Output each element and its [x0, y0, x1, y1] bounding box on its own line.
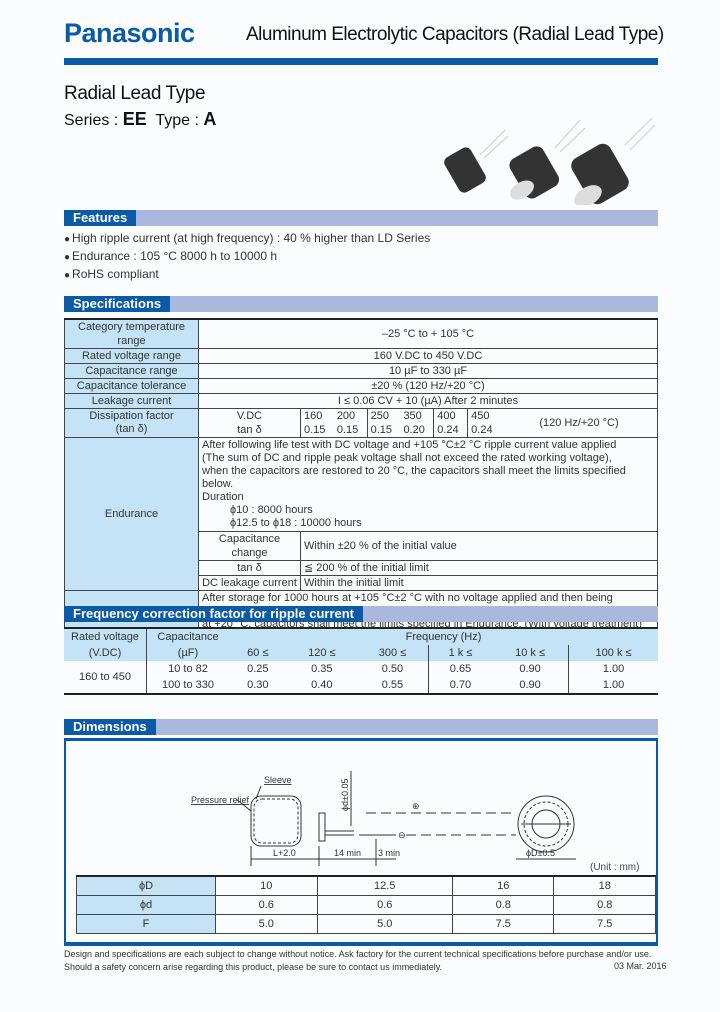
- frequency-table: Rated voltage Capacitance Frequency (Hz)…: [64, 627, 658, 695]
- brand-logo: Panasonic: [64, 18, 195, 48]
- pressure-relief-label: Pressure relief: [191, 795, 250, 805]
- specifications-table: Category temperature range –25 °C to + 1…: [64, 318, 658, 633]
- spec-value: –25 °C to + 105 °C: [198, 318, 658, 349]
- dimension-drawing: Sleeve Pressure relief ϕd±0.05 L+2.0 14 …: [191, 771, 576, 866]
- dissipation-subtable: V.DC 160 200 250 350 400 450 (120 Hz/+20…: [236, 409, 619, 437]
- spec-label: Capacitance tolerance: [64, 378, 199, 394]
- feature-item: RoHS compliant: [64, 266, 430, 284]
- spec-label: Category temperature range: [64, 318, 199, 349]
- dimensions-table: ϕD 10 12.5 16 18 ϕd 0.6 0.6 0.8 0.8 F 5.…: [76, 875, 656, 934]
- min-label: 3 min: [378, 848, 400, 858]
- unit-label: (Unit : mm): [590, 862, 640, 873]
- product-photo: [444, 117, 656, 205]
- table-row: Leakage current I ≤ 0.06 CV + 10 (µA) Af…: [64, 393, 658, 409]
- features-heading: Features: [64, 210, 137, 226]
- table-row: 100 to 330 0.30 0.40 0.55 0.70 0.90 1.00: [64, 677, 658, 694]
- length-label: L+2.0: [273, 848, 296, 858]
- footer-notice: Design and specifications are each subje…: [64, 949, 652, 972]
- spec-label: Rated voltage range: [64, 348, 199, 364]
- minus-icon: ⊖: [398, 830, 406, 840]
- features-list: High ripple current (at high frequency) …: [64, 230, 430, 284]
- table-row: Category temperature range –25 °C to + 1…: [64, 318, 658, 349]
- plus-icon: ⊕: [412, 801, 420, 811]
- endurance-text: After following life test with DC voltag…: [198, 437, 658, 532]
- series-label: Series :: [64, 112, 119, 129]
- spec-value: I ≤ 0.06 CV + 10 (µA) After 2 minutes: [198, 393, 658, 409]
- header-rule: [64, 58, 658, 65]
- footer-date: 03 Mar. 2016: [614, 961, 667, 971]
- frequency-heading: Frequency correction factor for ripple c…: [64, 606, 364, 622]
- page-title: Radial Lead Type: [64, 83, 206, 104]
- dimensions-box: Sleeve Pressure relief ϕd±0.05 L+2.0 14 …: [64, 738, 658, 946]
- table-row: Capacitance tolerance ±20 % (120 Hz/+20 …: [64, 378, 658, 394]
- frequency-section-bar: Frequency correction factor for ripple c…: [64, 606, 658, 622]
- series-value: EE: [122, 109, 147, 129]
- document-title: Aluminum Electrolytic Capacitors (Radial…: [246, 24, 664, 45]
- table-row: ϕD 10 12.5 16 18: [76, 875, 656, 896]
- lead-diameter-label: ϕd±0.05: [340, 778, 350, 811]
- type-label: Type :: [155, 112, 199, 129]
- body-diameter-label: ϕD±0.5: [526, 848, 555, 858]
- table-row: Rated voltage range 160 V.DC to 450 V.DC: [64, 348, 658, 364]
- footer-rule: [64, 942, 658, 946]
- capacitor-large-image: [571, 117, 656, 205]
- dissipation-row: Dissipation factor (tan δ) V.DC 160 200 …: [64, 408, 658, 438]
- dimensions-heading: Dimensions: [64, 719, 156, 735]
- sleeve-label: Sleeve: [264, 775, 292, 785]
- capacitor-body-outline: [250, 795, 302, 847]
- dimensions-section-bar: Dimensions: [64, 719, 658, 735]
- spec-label: Endurance: [64, 437, 199, 591]
- features-section-bar: Features: [64, 210, 658, 226]
- spec-label: Capacitance range: [64, 363, 199, 379]
- spec-value: ±20 % (120 Hz/+20 °C): [198, 378, 658, 394]
- table-row: ϕd 0.6 0.6 0.8 0.8: [76, 895, 656, 915]
- table-header-row: Rated voltage Capacitance Frequency (Hz): [64, 628, 658, 645]
- endurance-row: Endurance After following life test with…: [64, 437, 658, 591]
- feature-item: Endurance : 105 °C 8000 h to 10000 h: [64, 248, 430, 266]
- lead-length-label: 14 min: [334, 848, 361, 858]
- type-value: A: [203, 109, 217, 129]
- series-type-line: Series : EE Type : A: [64, 109, 216, 130]
- capacitor-small-image: [444, 129, 509, 193]
- specifications-section-bar: Specifications: [64, 296, 658, 312]
- spec-value: 160 V.DC to 450 V.DC: [198, 348, 658, 364]
- table-row: Capacitance range 10 µF to 330 µF: [64, 363, 658, 379]
- spec-label: Dissipation factor (tan δ): [64, 408, 199, 438]
- feature-item: High ripple current (at high frequency) …: [64, 230, 430, 248]
- spec-value: 10 µF to 330 µF: [198, 363, 658, 379]
- table-row: F 5.0 5.0 7.5 7.5: [76, 914, 656, 934]
- spec-label: Leakage current: [64, 393, 199, 409]
- table-header-row: (V.DC) (µF) 60 ≤ 120 ≤ 300 ≤ 1 k ≤ 10 k …: [64, 645, 658, 661]
- specifications-heading: Specifications: [64, 296, 171, 312]
- table-row: 160 to 450 10 to 82 0.25 0.35 0.50 0.65 …: [64, 661, 658, 694]
